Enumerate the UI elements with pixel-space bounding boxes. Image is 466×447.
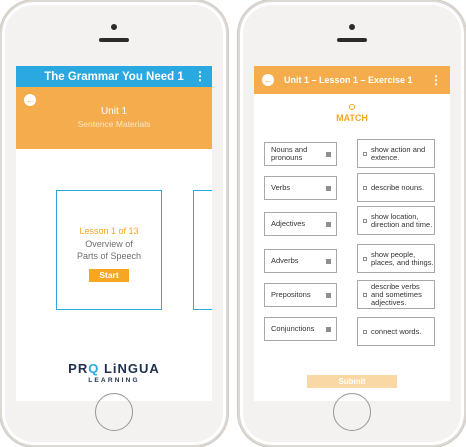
back-icon[interactable]: ← xyxy=(24,94,36,106)
right-screen: ← Unit 1 – Lesson 1 – Exercise 1 ⋮ MATCH… xyxy=(254,66,450,401)
left-phone: The Grammar You Need 1 ⋮ ← Unit 1 Senten… xyxy=(0,0,228,447)
match-right-item[interactable]: connect words. xyxy=(357,317,435,346)
checkbox-icon[interactable] xyxy=(363,219,367,223)
checkbox-icon[interactable] xyxy=(363,186,367,190)
match-left-item[interactable]: Adverbs xyxy=(264,249,337,273)
unit-header: ← Unit 1 Sentence Materials xyxy=(16,87,212,149)
checkbox-icon[interactable] xyxy=(363,293,367,297)
lesson-title-line1: Overview of xyxy=(85,239,133,249)
next-lesson-card[interactable] xyxy=(193,190,212,310)
left-screen: The Grammar You Need 1 ⋮ ← Unit 1 Senten… xyxy=(16,66,212,401)
progress-dot-icon xyxy=(349,104,355,110)
unit-subtitle: Sentence Materials xyxy=(77,119,151,129)
match-right-item[interactable]: show location, direction and time. xyxy=(357,206,435,235)
right-phone: ← Unit 1 – Lesson 1 – Exercise 1 ⋮ MATCH… xyxy=(238,0,466,447)
match-left-item[interactable]: Adjectives xyxy=(264,212,337,236)
home-button[interactable] xyxy=(95,393,133,431)
exercise-header: ← Unit 1 – Lesson 1 – Exercise 1 ⋮ xyxy=(254,66,450,94)
speaker-icon xyxy=(337,38,367,42)
checkbox-icon[interactable] xyxy=(363,257,367,261)
menu-icon[interactable]: ⋮ xyxy=(430,74,442,86)
drag-handle-icon[interactable] xyxy=(326,259,331,264)
match-right-item[interactable]: describe verbs and sometimes adjectives. xyxy=(357,280,435,309)
match-title: MATCH xyxy=(336,113,368,123)
logo-tagline: LEARNING xyxy=(88,377,140,384)
lesson-card[interactable]: Lesson 1 of 13 Overview of Parts of Spee… xyxy=(56,190,162,310)
drag-handle-icon[interactable] xyxy=(326,186,331,191)
match-left-item[interactable]: Verbs xyxy=(264,176,337,200)
camera-icon xyxy=(111,24,117,30)
speaker-icon xyxy=(99,38,129,42)
menu-icon[interactable]: ⋮ xyxy=(194,70,206,82)
home-button[interactable] xyxy=(333,393,371,431)
start-button[interactable]: Start xyxy=(89,269,129,282)
submit-button[interactable]: Submit xyxy=(307,375,397,388)
app-header: The Grammar You Need 1 ⋮ xyxy=(16,66,212,87)
unit-title: Unit 1 xyxy=(100,106,128,117)
lesson-label: Lesson 1 of 13 xyxy=(79,226,139,236)
app-title: The Grammar You Need 1 xyxy=(44,70,184,83)
checkbox-icon[interactable] xyxy=(363,330,367,334)
drag-handle-icon[interactable] xyxy=(326,152,331,157)
match-left-item[interactable]: Nouns and pronouns xyxy=(264,142,337,166)
drag-handle-icon[interactable] xyxy=(326,222,331,227)
match-right-item[interactable]: describe nouns. xyxy=(357,173,435,202)
checkbox-icon[interactable] xyxy=(363,152,367,156)
lesson-title-line2: Parts of Speech xyxy=(76,251,142,261)
camera-icon xyxy=(349,24,355,30)
drag-handle-icon[interactable] xyxy=(326,293,331,298)
match-right-item[interactable]: show people, places, and things. xyxy=(357,244,435,273)
back-icon[interactable]: ← xyxy=(262,74,274,86)
match-right-item[interactable]: show action and extence. xyxy=(357,139,435,168)
pro-lingua-logo: PRQ LiNGUA LEARNING xyxy=(16,361,212,384)
exercise-title: Unit 1 – Lesson 1 – Exercise 1 xyxy=(284,75,413,85)
match-left-item[interactable]: Conjunctions xyxy=(264,317,337,341)
drag-handle-icon[interactable] xyxy=(326,327,331,332)
match-left-item[interactable]: Prepositons xyxy=(264,283,337,307)
